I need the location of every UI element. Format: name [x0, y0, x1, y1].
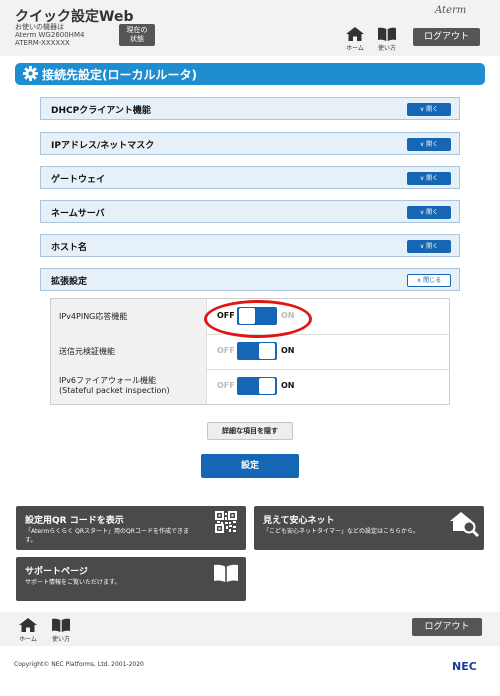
- accordion-label: ホスト名: [51, 243, 88, 253]
- setting-label: IPv4PING応答機能: [59, 312, 128, 321]
- open-button-label: 開く: [426, 175, 439, 182]
- setting-sublabel: (Stateful packet inspection): [59, 386, 170, 395]
- book-icon: [378, 27, 396, 41]
- home-nav[interactable]: ホーム: [344, 26, 366, 52]
- current-status-button[interactable]: 現在の 状態: [119, 24, 155, 46]
- card-title: サポートページ: [25, 567, 88, 577]
- close-button-label: 閉じる: [423, 277, 442, 284]
- open-button[interactable]: ∨ 開く: [407, 138, 451, 151]
- setting-label: 送信元検証機能: [59, 347, 115, 356]
- setting-name-cell: 送信元検証機能: [51, 334, 207, 369]
- open-button-label: 開く: [426, 243, 439, 250]
- accordion-name-server[interactable]: ネームサーバ ∨ 開く: [40, 200, 460, 223]
- highlight-ring: [204, 300, 312, 338]
- card-desc: サポート情報をご覧いただけます。: [25, 579, 121, 586]
- accordion-label: 拡張設定: [51, 277, 88, 287]
- close-button[interactable]: ∧ 閉じる: [407, 274, 451, 287]
- card-title: 設定用QR コードを表示: [25, 516, 124, 526]
- home-label: ホーム: [346, 45, 364, 52]
- accordion-extended-settings[interactable]: 拡張設定 ∧ 閉じる: [40, 268, 460, 291]
- open-button[interactable]: ∨ 開く: [407, 206, 451, 219]
- chevron-down-icon: ∨: [419, 243, 425, 250]
- howto-label: 使い方: [51, 636, 70, 643]
- card-title: 見えて安心ネット: [263, 516, 335, 526]
- chevron-down-icon: ∨: [419, 209, 425, 216]
- apply-settings-button[interactable]: 設定: [201, 454, 299, 478]
- setting-name-cell: IPv6ファイアウォール機能 (Stateful packet inspecti…: [51, 369, 207, 404]
- card-desc-2: す。: [25, 537, 37, 544]
- home-search-icon: [450, 512, 480, 537]
- accordion-gateway[interactable]: ゲートウェイ ∨ 開く: [40, 166, 460, 189]
- chevron-down-icon: ∨: [419, 141, 425, 148]
- home-label: ホーム: [19, 636, 37, 643]
- accordion-ip-netmask[interactable]: IPアドレス/ネットマスク ∨ 開く: [40, 132, 460, 155]
- open-button[interactable]: ∨ 開く: [407, 103, 451, 116]
- book-icon: [214, 564, 238, 582]
- card-desc: 「Atermらくらく QRスタート」用のQRコードを作成できま: [25, 528, 189, 535]
- support-page-card[interactable]: サポートページ サポート情報をご覧いただけます。: [16, 557, 246, 601]
- chevron-up-icon: ∧: [416, 277, 422, 284]
- open-button-label: 開く: [426, 141, 439, 148]
- chevron-down-icon: ∨: [419, 106, 425, 113]
- logout-button[interactable]: ログアウト: [413, 28, 480, 46]
- accordion-dhcp-client[interactable]: DHCPクライアント機能 ∨ 開く: [40, 97, 460, 120]
- toggle-knob[interactable]: [259, 378, 275, 394]
- hide-details-button[interactable]: 詳細な項目を隠す: [207, 422, 293, 440]
- toggle-knob[interactable]: [259, 343, 275, 359]
- accordion-label: DHCPクライアント機能: [51, 106, 151, 116]
- home-icon: [346, 27, 364, 41]
- qr-code-card[interactable]: 設定用QR コードを表示 「Atermらくらく QRスタート」用のQRコードを作…: [16, 506, 246, 550]
- toggle-switch[interactable]: [237, 342, 277, 360]
- howto-label: 使い方: [377, 45, 396, 52]
- footer-logout-button[interactable]: ログアウト: [412, 618, 482, 636]
- section-title-text: 接続先設定(ローカルルータ): [42, 68, 197, 82]
- footer-howto-nav[interactable]: 使い方: [50, 617, 72, 643]
- accordion-host-name[interactable]: ホスト名 ∨ 開く: [40, 234, 460, 257]
- off-label: OFF: [217, 381, 235, 390]
- gear-icon: [23, 66, 38, 81]
- off-label: OFF: [217, 346, 235, 355]
- device-name: ATERM-XXXXXX: [15, 39, 70, 47]
- device-label: お使いの機器は: [15, 23, 64, 31]
- open-button-label: 開く: [426, 209, 439, 216]
- book-icon: [52, 618, 70, 632]
- on-label: ON: [281, 346, 295, 355]
- card-desc: 「こども安心ネットタイマー」などの設定はこちらから。: [263, 528, 420, 535]
- on-label: ON: [281, 381, 295, 390]
- home-icon: [19, 618, 37, 632]
- mieteanshin-net-card[interactable]: 見えて安心ネット 「こども安心ネットタイマー」などの設定はこちらから。: [254, 506, 484, 550]
- brand-logo: Aterm: [435, 5, 467, 16]
- open-button[interactable]: ∨ 開く: [407, 240, 451, 253]
- setting-label: IPv6ファイアウォール機能: [59, 376, 157, 385]
- open-button[interactable]: ∨ 開く: [407, 172, 451, 185]
- chevron-down-icon: ∨: [419, 175, 425, 182]
- setting-row-ipv6-firewall: IPv6ファイアウォール機能 (Stateful packet inspecti…: [51, 369, 449, 404]
- accordion-label: ネームサーバ: [51, 209, 105, 219]
- accordion-label: ゲートウェイ: [51, 175, 106, 185]
- howto-nav[interactable]: 使い方: [376, 26, 398, 52]
- section-title: 接続先設定(ローカルルータ): [15, 63, 485, 85]
- open-button-label: 開く: [426, 106, 439, 113]
- setting-name-cell: IPv4PING応答機能: [51, 299, 207, 334]
- footer-home-nav[interactable]: ホーム: [17, 617, 39, 643]
- copyright: Copyright© NEC Platforms, Ltd. 2001-2020: [14, 661, 144, 668]
- accordion-label: IPアドレス/ネットマスク: [51, 141, 155, 151]
- device-model: Aterm WG2600HM4: [15, 31, 85, 39]
- toggle-switch[interactable]: [237, 377, 277, 395]
- setting-row-source-verification: 送信元検証機能 OFF ON: [51, 334, 449, 370]
- nec-logo: NEC: [452, 660, 477, 673]
- qr-code-icon: [215, 511, 237, 533]
